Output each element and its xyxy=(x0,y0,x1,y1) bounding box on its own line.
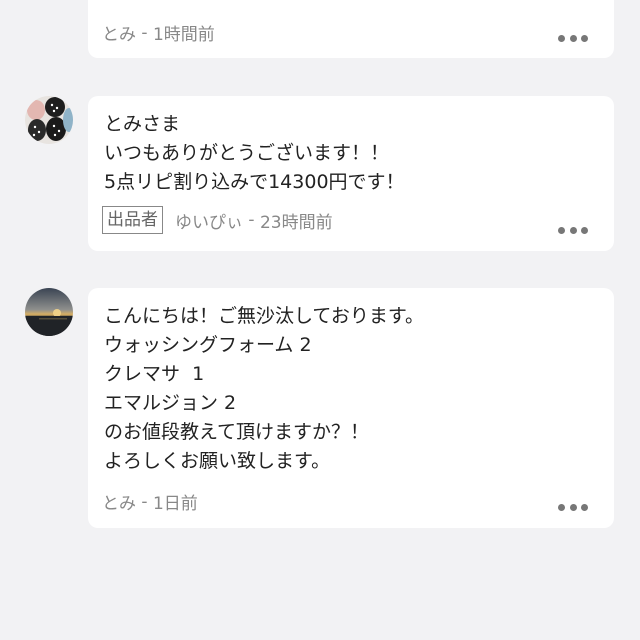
comment-bubble: とみさま いつもありがとうございます！！ 5点リピ割り込みで14300円です！ … xyxy=(88,96,614,251)
comment-thread: とみ - 1時間前 とみさま いつもありがとうございます！！ 5点リピ割り込みで… xyxy=(0,0,640,640)
comment-bubble: とみ - 1時間前 xyxy=(88,0,614,58)
comment-meta: 出品者 ゆいぴぃ - 23時間前 xyxy=(102,206,333,234)
comment-text-line: ウォッシングフォーム 2 xyxy=(104,334,312,356)
comment-bubble: こんにちは！ご無沙汰しております。 ウォッシングフォーム 2 クレマサ 1 エマ… xyxy=(88,288,614,528)
comment-time: 23時間前 xyxy=(259,212,333,233)
comment-author[interactable]: ゆいぴぃ xyxy=(175,208,243,233)
comment-text-line: よろしくお願い致します。 xyxy=(104,450,331,472)
meta-separator: - xyxy=(136,491,153,512)
comment-meta: とみ - 1日前 xyxy=(102,489,198,515)
meta-separator: - xyxy=(136,22,153,43)
seller-badge: 出品者 xyxy=(102,206,163,234)
comment-text-line: クレマサ 1 xyxy=(104,363,205,385)
comment-item: とみ - 1時間前 xyxy=(0,0,640,60)
avatar[interactable] xyxy=(25,96,73,144)
comment-text-line: のお値段教えて頂けますか？！ xyxy=(104,421,370,443)
comment-text-line: エマルジョン 2 xyxy=(104,392,237,414)
comment-text-line: こんにちは！ご無沙汰しております。 xyxy=(104,305,424,327)
comment-item: とみさま いつもありがとうございます！！ 5点リピ割り込みで14300円です！ … xyxy=(0,96,640,252)
avatar[interactable] xyxy=(25,288,73,336)
avatar-image xyxy=(25,96,73,144)
more-options-icon[interactable] xyxy=(558,226,588,234)
comment-time: 1時間前 xyxy=(152,25,215,45)
meta-separator: - xyxy=(243,210,260,230)
comment-text-line: 5点リピ割り込みで14300円です！ xyxy=(104,171,405,193)
comment-time: 1日前 xyxy=(152,494,198,514)
comment-author[interactable]: とみ xyxy=(102,489,136,514)
more-options-icon[interactable] xyxy=(558,503,588,511)
comment-text-line: いつもありがとうございます！！ xyxy=(104,142,390,164)
comment-item: こんにちは！ご無沙汰しております。 ウォッシングフォーム 2 クレマサ 1 エマ… xyxy=(0,288,640,528)
avatar-image xyxy=(25,288,73,336)
comment-author[interactable]: とみ xyxy=(102,20,136,45)
more-options-icon[interactable] xyxy=(558,34,588,42)
comment-meta: とみ - 1時間前 xyxy=(102,20,215,46)
comment-text-line: とみさま xyxy=(104,113,181,135)
